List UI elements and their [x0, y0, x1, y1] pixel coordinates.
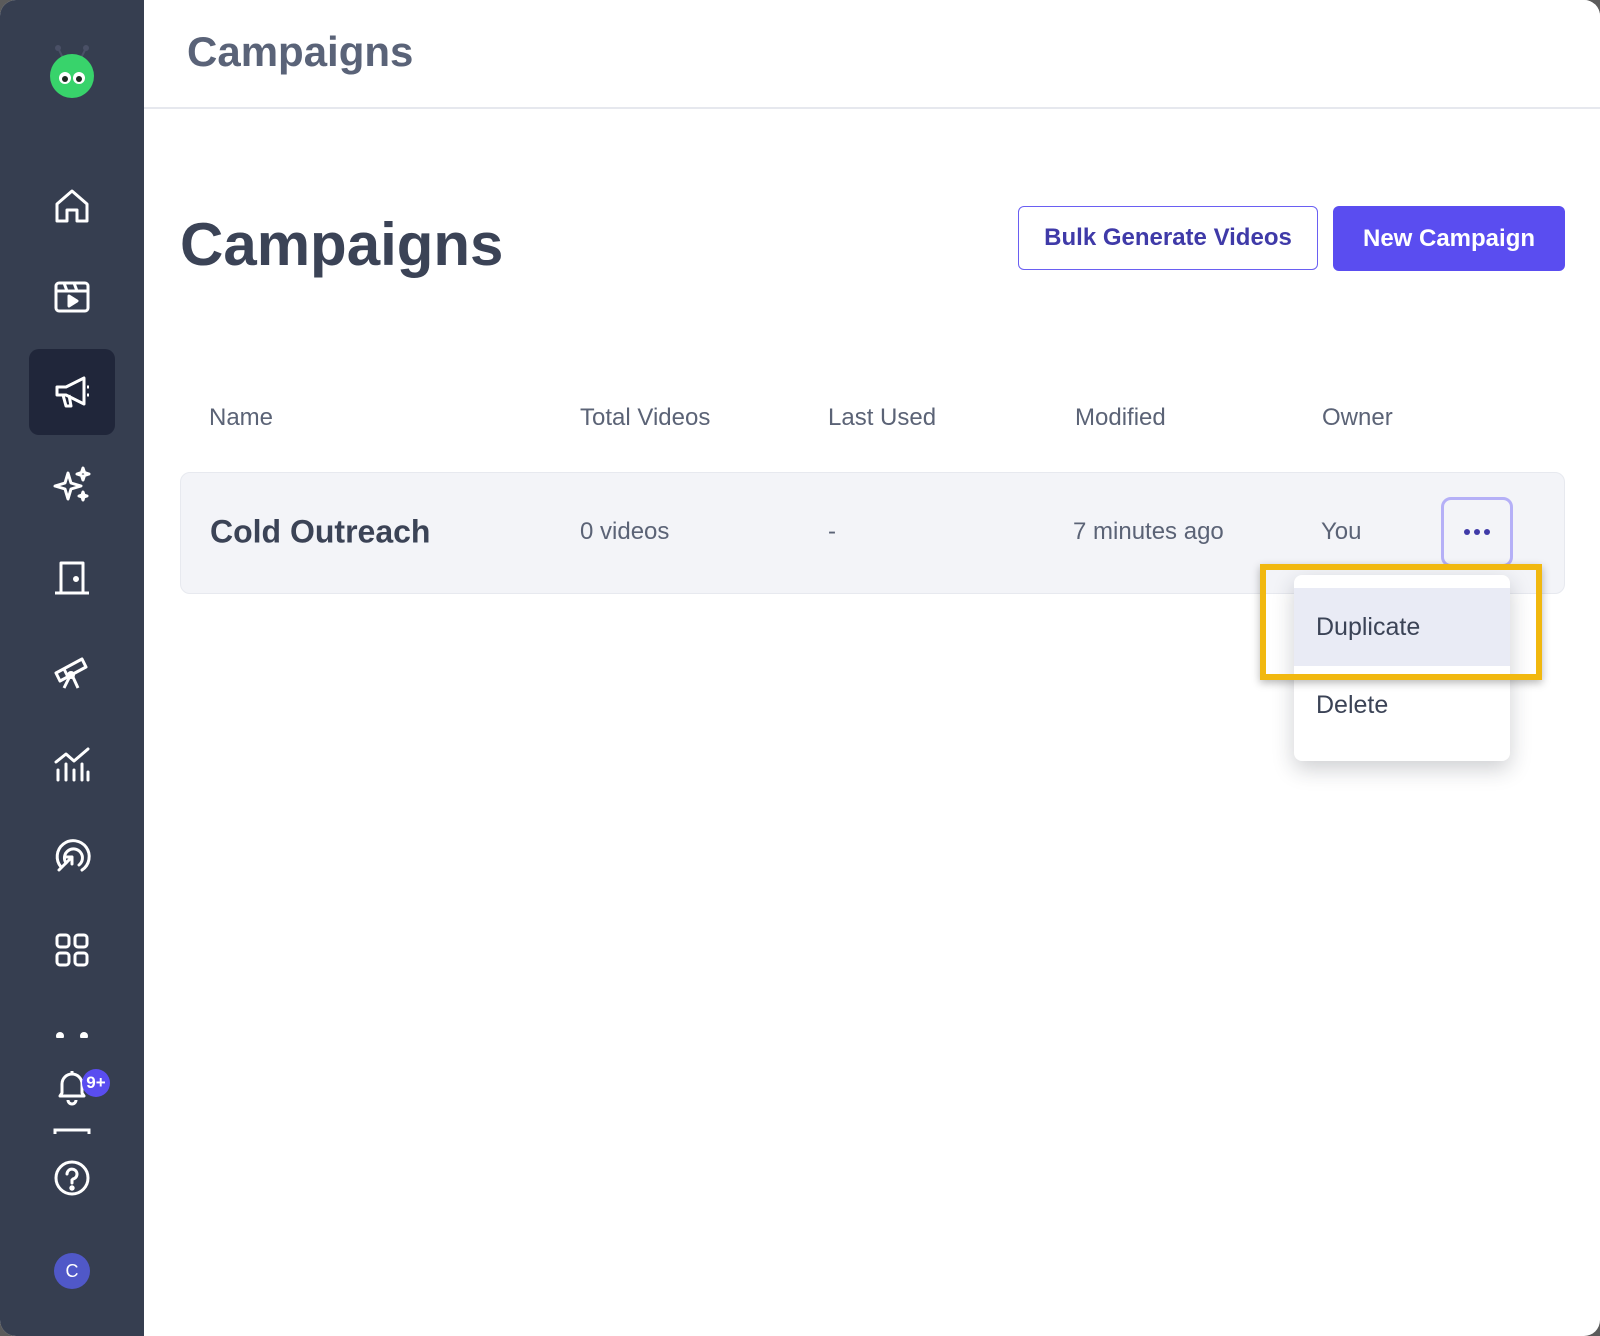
column-header-owner: Owner [1322, 404, 1393, 431]
avatar[interactable]: C [54, 1253, 90, 1289]
column-header-name: Name [209, 404, 274, 431]
help-circle-icon [54, 1160, 90, 1196]
bulk-generate-videos-button[interactable]: Bulk Generate Videos [1018, 206, 1318, 270]
sidebar-item-home[interactable] [29, 163, 115, 249]
owner-cell: You [1321, 518, 1362, 545]
row-actions-button[interactable] [1441, 497, 1513, 567]
topbar-title: Campaigns [187, 28, 414, 75]
new-campaign-button[interactable]: New Campaign [1333, 206, 1565, 271]
sidebar-item-analytics[interactable] [29, 721, 115, 807]
sidebar-item-targeting[interactable] [29, 814, 115, 900]
page-title: Campaigns [180, 211, 504, 278]
telescope-icon [54, 657, 88, 689]
sidebar-item-help[interactable] [29, 1135, 115, 1221]
row-actions-menu: Duplicate Delete [1294, 575, 1510, 761]
more-icon [29, 1030, 115, 1038]
target-cursor-icon [55, 839, 91, 872]
notification-badge: 9+ [82, 1069, 110, 1097]
grid-icon [55, 933, 89, 967]
sidebar-item-explore[interactable] [29, 628, 115, 714]
sidebar-item-apps[interactable] [29, 907, 115, 993]
delete-menu-item[interactable]: Delete [1294, 666, 1510, 744]
sidebar-item-videos[interactable] [29, 254, 115, 340]
megaphone-icon [55, 376, 89, 408]
sidebar-item-ai[interactable] [29, 442, 115, 528]
sparkles-icon [53, 466, 91, 502]
sidebar-item-rooms[interactable] [29, 535, 115, 621]
home-icon [55, 189, 89, 223]
sidebar: 9+ C [0, 0, 144, 1336]
column-header-total-videos: Total Videos [580, 404, 711, 431]
campaign-name[interactable]: Cold Outreach [210, 514, 430, 551]
column-header-modified: Modified [1075, 404, 1166, 431]
divider-icon [29, 1128, 115, 1134]
total-videos-cell: 0 videos [580, 518, 670, 545]
door-icon [55, 561, 89, 595]
chart-icon [54, 747, 90, 782]
topbar: Campaigns [144, 0, 1600, 109]
video-clapper-icon [54, 281, 90, 313]
logo-icon[interactable] [46, 44, 98, 100]
duplicate-menu-item[interactable]: Duplicate [1294, 588, 1510, 666]
column-header-last-used: Last Used [828, 404, 937, 431]
sidebar-item-campaigns[interactable] [29, 349, 115, 435]
last-used-cell: - [828, 518, 836, 545]
ellipsis-icon [1464, 529, 1490, 535]
app-window: 9+ C Campaigns Campaigns Bulk Generate V… [0, 0, 1600, 1336]
modified-cell: 7 minutes ago [1073, 518, 1224, 545]
